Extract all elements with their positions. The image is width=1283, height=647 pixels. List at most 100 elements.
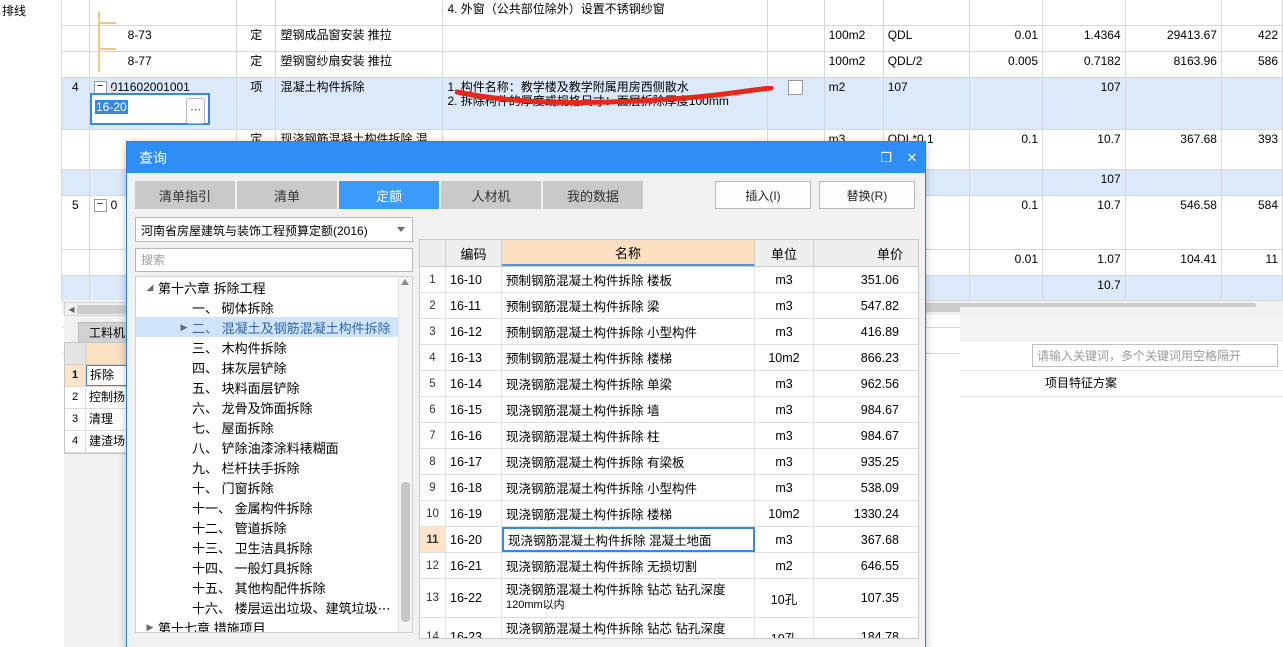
dialog-tabbar[interactable]: 清单指引 清单 定额 人材机 我的数据 <box>135 181 643 209</box>
tree-node[interactable]: ▶ 第十七章 措施项目 <box>136 617 412 633</box>
table-row[interactable]: 7 16-16 现浇钢筋混凝土构件拆除 柱 m3 984.67 <box>420 423 918 449</box>
keyword-search-input[interactable] <box>1033 345 1277 366</box>
cell-expression: QDL <box>884 26 971 51</box>
tree-search-input[interactable] <box>136 249 412 271</box>
tree-node[interactable]: 九、 栏杆扶手拆除 <box>136 457 412 477</box>
tab-人材机[interactable]: 人材机 <box>441 181 541 209</box>
chapter-tree[interactable]: ◢ 第十六章 拆除工程 一、 砌体拆除 ▶ 二、 混凝土及钢筋混凝土构件拆除 三、 木构件… <box>135 276 413 633</box>
table-row[interactable]: 11 16-20 现浇钢筋混凝土构件拆除 混凝土地面 m3 367.68 <box>420 527 918 553</box>
row-checkbox[interactable] <box>788 80 804 96</box>
column-header-name[interactable]: 名称 <box>502 240 755 266</box>
close-icon[interactable]: ✕ <box>899 142 925 173</box>
cell-unit-price: 546.58 <box>1126 196 1222 249</box>
row-price: 107.35 <box>860 591 899 605</box>
tree-node[interactable]: 十一、 金属构件拆除 <box>136 497 412 517</box>
dialog-action-buttons[interactable]: 插入(I) 替换(R) <box>715 181 915 209</box>
quota-grid-body[interactable]: 1 16-10 预制钢筋混凝土构件拆除 楼板 m3 351.06 2 16-11 预制钢筋混凝… <box>420 267 918 638</box>
column-header-code[interactable]: 编码 <box>446 240 502 266</box>
tree-node[interactable]: 十三、 卫生洁具拆除 <box>136 537 412 557</box>
table-row[interactable]: 4−011602001001 项混凝土构件拆除 1. 构件名称：教学楼及教学附属用房… <box>62 78 1283 130</box>
row-name[interactable]: 现浇钢筋混凝土构件拆除 柱 <box>502 423 755 448</box>
tree-node[interactable]: 十五、 其他构配件拆除 <box>136 577 412 597</box>
tab-清单[interactable]: 清单 <box>237 181 337 209</box>
code-cell-editor[interactable]: 16-20 ⋯ <box>90 93 210 125</box>
column-header-unit[interactable]: 单位 <box>755 240 814 266</box>
cell-browse-button[interactable]: ⋯ <box>186 98 205 124</box>
chevron-down-icon[interactable] <box>397 227 405 232</box>
tree-node[interactable]: 十四、 一般灯具拆除 <box>136 557 412 577</box>
library-select[interactable]: 河南省房屋建筑与装饰工程预算定额(2016) <box>135 217 413 242</box>
tree-search-box[interactable] <box>135 248 413 272</box>
tree-expand-icon[interactable]: ◢ <box>142 282 158 293</box>
table-row[interactable]: 1416-23现浇钢筋混凝土构件拆除 钻芯 钻孔深度240mm以内10孔 184.… <box>420 618 918 638</box>
button-插入(I)[interactable]: 插入(I) <box>715 181 811 209</box>
table-row[interactable]: 13 16-22 现浇钢筋混凝土构件拆除 钻芯 钻孔深度 120mm以内 10孔 107.… <box>420 579 918 618</box>
tree-node-label: 七、 屋面拆除 <box>192 420 274 436</box>
tree-node[interactable]: 五、 块料面层铲除 <box>136 377 412 397</box>
tree-vscrollbar[interactable] <box>398 277 412 632</box>
table-row[interactable]: 4 16-13 预制钢筋混凝土构件拆除 楼梯 10m2 866.23 <box>420 345 918 371</box>
cell-quantity: 107 <box>1043 170 1126 195</box>
row-name[interactable]: 现浇钢筋混凝土构件拆除 混凝土地面 <box>502 527 755 552</box>
row-name[interactable]: 现浇钢筋混凝土构件拆除 单梁 <box>502 371 755 396</box>
table-row[interactable]: 10 16-19 现浇钢筋混凝土构件拆除 楼梯 10m2 1330.24 <box>420 501 918 527</box>
row-name[interactable]: 预制钢筋混凝土构件拆除 楼板 <box>502 267 755 292</box>
tree-vscrollbar-thumb[interactable] <box>401 482 410 622</box>
row-name[interactable]: 现浇钢筋混凝土构件拆除 无损切割 <box>502 553 755 578</box>
tree-node[interactable]: ◢ 第十六章 拆除工程 <box>136 277 412 297</box>
column-header-index[interactable] <box>420 240 446 266</box>
table-row[interactable]: 6 16-15 现浇钢筋混凝土构件拆除 墙 m3 984.67 <box>420 397 918 423</box>
row-name[interactable]: 现浇钢筋混凝土构件拆除 小型构件 <box>502 475 755 500</box>
tree-node[interactable]: ▶ 二、 混凝土及钢筋混凝土构件拆除 <box>136 317 412 337</box>
row-price: 351.06 <box>860 272 899 287</box>
button-替换(R)[interactable]: 替换(R) <box>819 181 915 209</box>
row-name[interactable]: 预制钢筋混凝土构件拆除 楼梯 <box>502 345 755 370</box>
collapse-icon[interactable]: − <box>93 199 107 213</box>
table-row[interactable]: 9 16-18 现浇钢筋混凝土构件拆除 小型构件 m3 538.09 <box>420 475 918 501</box>
tree-expand-icon[interactable]: ▶ <box>176 322 192 333</box>
keyword-search-box[interactable] <box>1032 344 1278 367</box>
row-name[interactable]: 现浇钢筋混凝土构件拆除 有梁板 <box>502 449 755 474</box>
tab-我的数据[interactable]: 我的数据 <box>543 181 643 209</box>
table-row[interactable]: 2 16-11 预制钢筋混凝土构件拆除 梁 m3 547.82 <box>420 293 918 319</box>
table-row[interactable]: 5 16-14 现浇钢筋混凝土构件拆除 单梁 m3 962.56 <box>420 371 918 397</box>
row-name[interactable]: 预制钢筋混凝土构件拆除 小型构件 <box>502 319 755 344</box>
row-price: 538.09 <box>860 480 899 495</box>
table-row[interactable]: 8 16-17 现浇钢筋混凝土构件拆除 有梁板 m3 935.25 <box>420 449 918 475</box>
table-row[interactable]: 4. 外窗（公共部位除外）设置不锈钢纱窗 <box>62 0 1283 26</box>
row-name[interactable]: 现浇钢筋混凝土构件拆除 钻芯 钻孔深度240mm以内 <box>502 618 755 638</box>
scroll-left-arrow[interactable]: ◀ <box>67 305 76 314</box>
column-header-price[interactable]: 单价 <box>814 240 903 266</box>
row-name[interactable]: 预制钢筋混凝土构件拆除 梁 <box>502 293 755 318</box>
table-row[interactable]: 8-77 定塑钢窗纱扇安装 推拉 100m2 QDL/2 0.005 0.7182 8163… <box>62 52 1283 78</box>
table-row[interactable]: 3 16-12 预制钢筋混凝土构件拆除 小型构件 m3 416.89 <box>420 319 918 345</box>
tree-node[interactable]: 十二、 管道拆除 <box>136 517 412 537</box>
dialog-title: 查询 <box>139 149 167 166</box>
row-code: 16-10 <box>446 267 502 292</box>
tree-node[interactable]: 十、 门窗拆除 <box>136 477 412 497</box>
chapter-tree-nodes[interactable]: ◢ 第十六章 拆除工程 一、 砌体拆除 ▶ 二、 混凝土及钢筋混凝土构件拆除 三、 木构件… <box>136 277 412 633</box>
maximize-icon[interactable]: ❐ <box>873 142 899 173</box>
quota-results-grid[interactable]: 编码 名称 单位 单价 1 16-10 预制钢筋混凝土构件拆除 楼板 m3 351.06… <box>419 239 919 639</box>
row-name[interactable]: 现浇钢筋混凝土构件拆除 楼梯 <box>502 501 755 526</box>
table-row[interactable]: 1 16-10 预制钢筋混凝土构件拆除 楼板 m3 351.06 <box>420 267 918 293</box>
tab-清单指引[interactable]: 清单指引 <box>135 181 235 209</box>
tree-node[interactable]: 七、 屋面拆除 <box>136 417 412 437</box>
row-name[interactable]: 现浇钢筋混凝土构件拆除 钻芯 钻孔深度 120mm以内 <box>502 579 755 617</box>
tree-node[interactable]: 六、 龙骨及饰面拆除 <box>136 397 412 417</box>
tree-node[interactable]: 四、 抹灰层铲除 <box>136 357 412 377</box>
tree-node[interactable]: 三、 木构件拆除 <box>136 337 412 357</box>
cell-content-qty: 0.01 <box>970 26 1044 51</box>
tree-expand-icon[interactable]: ▶ <box>142 622 158 633</box>
tree-node[interactable]: 八、 铲除油漆涂料裱糊面 <box>136 437 412 457</box>
row-index: 10 <box>420 501 446 526</box>
tab-定额[interactable]: 定额 <box>339 181 439 209</box>
row-price: 646.55 <box>860 558 899 573</box>
table-row[interactable]: 8-73 定塑钢成品窗安装 推拉 100m2 QDL 0.01 1.4364 29413.6… <box>62 26 1283 52</box>
row-name[interactable]: 现浇钢筋混凝土构件拆除 墙 <box>502 397 755 422</box>
scroll-up-arrow-icon[interactable] <box>401 279 409 285</box>
tree-node[interactable]: 一、 砌体拆除 <box>136 297 412 317</box>
query-dialog[interactable]: 查询 ❐ ✕ 清单指引 清单 定额 人材机 我的数据 插入(I) 替换(R) 河南省房屋建… <box>126 141 926 647</box>
table-row[interactable]: 12 16-21 现浇钢筋混凝土构件拆除 无损切割 m2 646.55 <box>420 553 918 579</box>
tree-node[interactable]: 十六、 楼层运出垃圾、建筑垃圾⋯ <box>136 597 412 617</box>
